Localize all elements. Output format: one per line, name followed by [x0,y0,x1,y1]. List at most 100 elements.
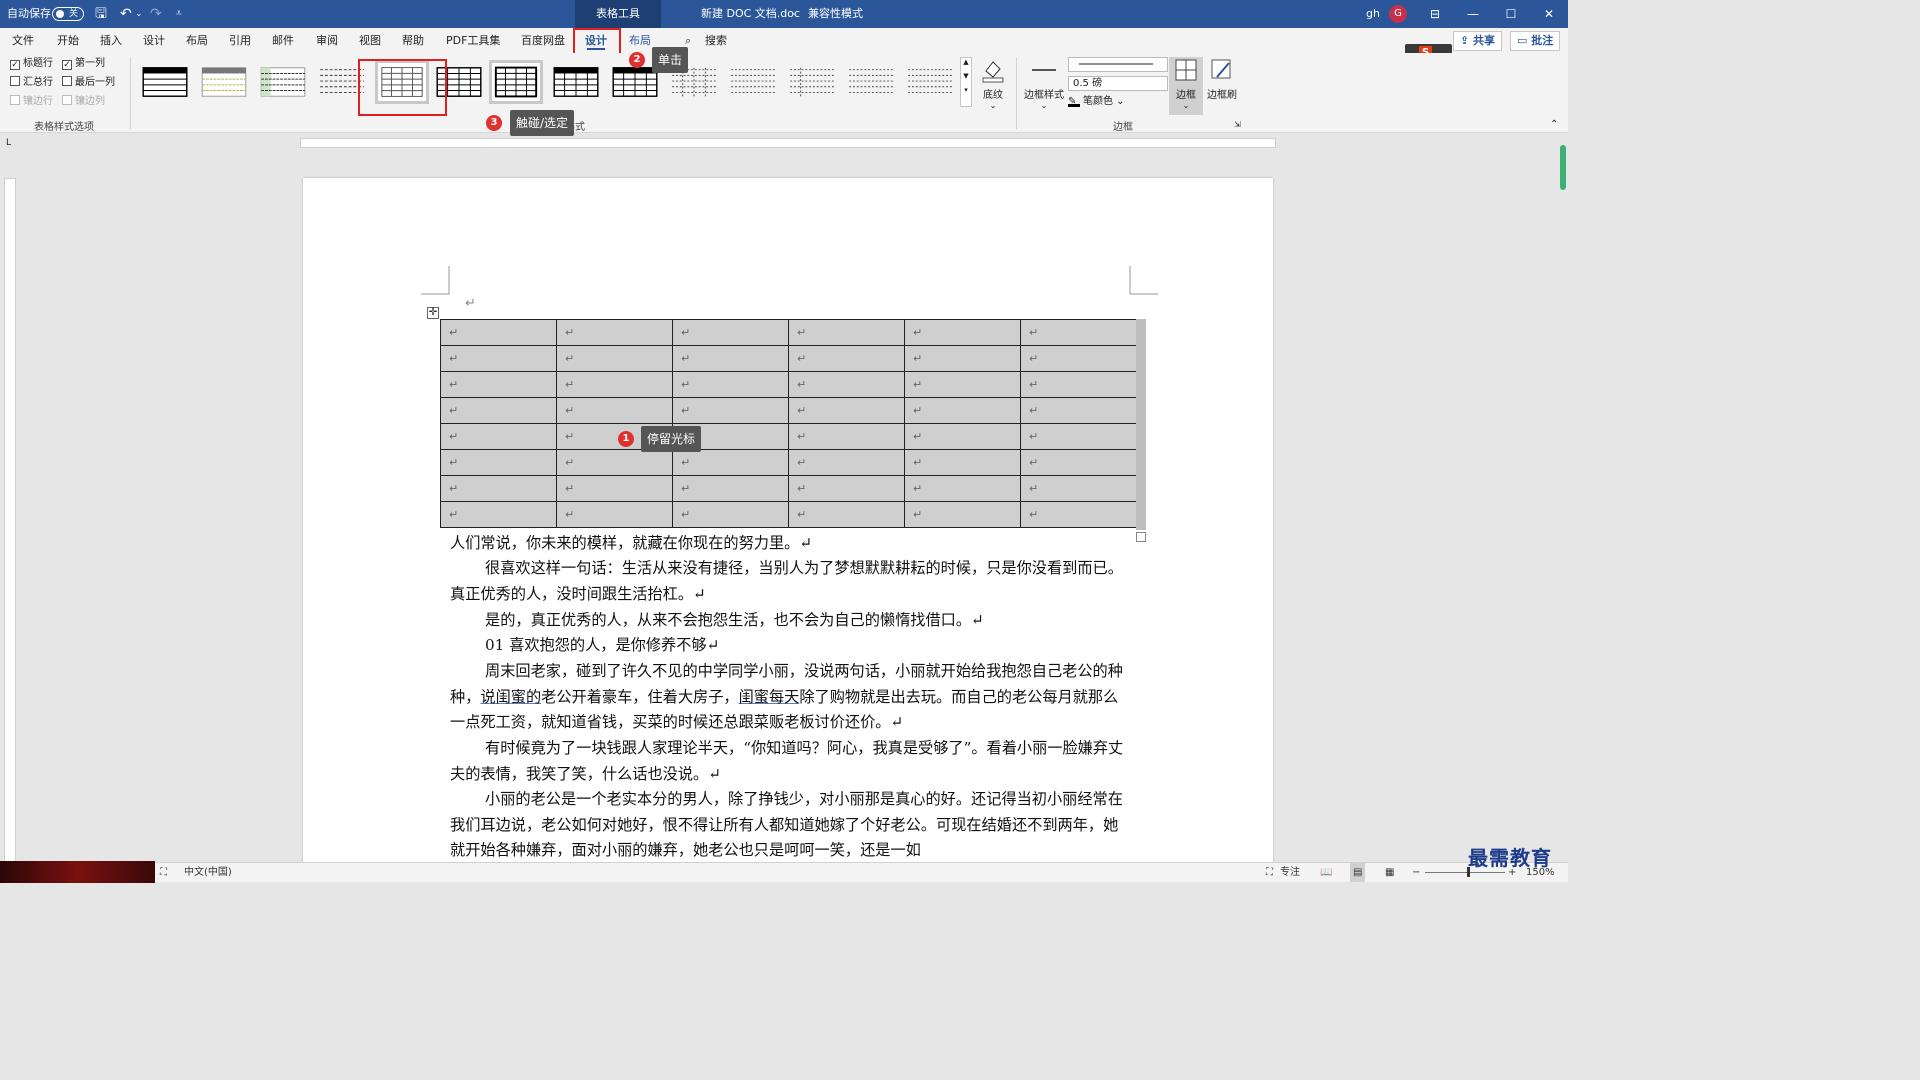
table-cell[interactable]: ↵ [440,423,557,450]
tab-selector-icon[interactable]: L [6,138,11,148]
table-cell[interactable]: ↵ [788,319,905,346]
table-cell[interactable]: ↵ [556,345,673,372]
table-cell[interactable]: ↵ [440,397,557,424]
paragraph-5[interactable]: 周末回老家，碰到了许久不见的中学同学小丽，没说两句话，小丽就开始给我抱怨自己老公… [450,659,1130,736]
tab-table-layout[interactable]: 布局 [627,28,653,53]
table-cell[interactable]: ↵ [556,319,673,346]
tab-review[interactable]: 审阅 [314,28,340,53]
border-painter-button[interactable]: 边框刷 [1206,57,1238,101]
table-cell[interactable]: ↵ [440,319,557,346]
table-style-dotted-2[interactable] [728,63,778,101]
total-row-option[interactable]: 汇总行 [10,76,53,90]
table-cell[interactable]: ↵ [672,345,789,372]
line-style-select[interactable] [1068,57,1168,72]
table-cell[interactable]: ↵ [788,449,905,476]
read-mode-icon[interactable]: 📖 [1320,863,1332,882]
paragraph-7[interactable]: 小丽的老公是一个老实本分的男人，除了挣钱少，对小丽那是真心的好。还记得当初小丽经… [450,787,1130,864]
close-icon[interactable]: ✕ [1530,0,1568,28]
gallery-up-icon[interactable]: ▲ [961,58,971,66]
redo-icon[interactable]: ↷ [150,0,162,28]
gallery-more-icon[interactable]: ▾ [961,86,971,94]
borders-button[interactable]: 边框 ⌄ [1169,57,1203,115]
table-cell[interactable]: ↵ [440,501,557,528]
banded-columns-option[interactable]: 镶边列 [62,95,105,109]
undo-icon[interactable]: ↶ [120,0,132,28]
table-style-olive[interactable] [199,63,249,101]
table-cell[interactable]: ↵ [788,423,905,450]
avatar[interactable]: G [1389,5,1407,23]
table-cell[interactable]: ↵ [1020,423,1137,450]
paragraph-3[interactable]: 是的，真正优秀的人，从来不会抱怨生活，也不会为自己的懒惰找借口。↵ [450,608,1130,634]
gallery-scrollbar[interactable]: ▲ ▼ ▾ [960,57,972,107]
paragraph-2[interactable]: 很喜欢这样一句话：生活从来没有捷径，当别人为了梦想默默耕耘的时候，只是你没看到而… [450,556,1130,607]
table-cell[interactable]: ↵ [904,475,1021,502]
table-cell[interactable]: ↵ [904,501,1021,528]
customize-qat-icon[interactable]: ⩡ [176,0,182,28]
table-cell[interactable]: ↵ [904,423,1021,450]
paragraph-1[interactable]: 人们常说，你未来的模样，就藏在你现在的努力里。↵ [450,531,1130,557]
borders-dialog-launcher-icon[interactable]: ⇲ [1234,120,1241,129]
minimize-icon[interactable]: — [1454,0,1492,28]
table-cell[interactable]: ↵ [1020,345,1137,372]
tab-search[interactable]: 搜索 [703,28,729,53]
tab-insert[interactable]: 插入 [98,28,124,53]
tab-mailings[interactable]: 邮件 [270,28,296,53]
table-cell[interactable]: ↵ [904,397,1021,424]
tab-home[interactable]: 开始 [55,28,81,53]
language-status[interactable]: 中文(中国) [184,863,232,882]
banded-rows-option[interactable]: 镶边行 [10,95,53,109]
table-style-plain[interactable] [140,63,190,101]
table-cell[interactable]: ↵ [788,397,905,424]
table-cell[interactable]: ↵ [788,371,905,398]
table-cell[interactable]: ↵ [556,449,673,476]
table-cell[interactable]: ↵ [904,371,1021,398]
table-cell[interactable]: ↵ [440,371,557,398]
tab-design-doc[interactable]: 设计 [141,28,167,53]
table-cell[interactable]: ↵ [672,501,789,528]
table-cell[interactable]: ↵ [440,345,557,372]
table-cell[interactable]: ↵ [672,449,789,476]
table-cell[interactable]: ↵ [556,397,673,424]
table-style-dotted-5[interactable] [905,63,955,101]
table-cell[interactable]: ↵ [904,449,1021,476]
autosave-toggle[interactable]: 关 [52,7,84,21]
scrollbar-thumb[interactable] [1560,145,1566,190]
first-column-option[interactable]: ✓ 第一列 [62,57,105,71]
share-button[interactable]: ⇪ 共享 [1453,31,1503,51]
table-cell[interactable]: ↵ [1020,397,1137,424]
table-cell[interactable]: ↵ [440,449,557,476]
undo-dropdown-icon[interactable]: ⌄ [135,0,143,28]
print-layout-icon[interactable]: ▤ [1350,863,1366,882]
table-cell[interactable]: ↵ [904,319,1021,346]
horizontal-ruler[interactable] [300,138,1276,148]
table-cell[interactable]: ↵ [556,501,673,528]
line-weight-select[interactable]: 0.5 磅 [1068,76,1168,91]
proofing-icon[interactable]: ⛶ [160,863,167,882]
ribbon-display-icon[interactable]: ⊟ [1416,0,1454,28]
table-style-grid-3[interactable] [489,60,543,104]
table-cell[interactable]: ↵ [1020,371,1137,398]
table-cell[interactable]: ↵ [788,501,905,528]
table-cell[interactable]: ↵ [672,371,789,398]
table-style-dotted-3[interactable] [787,63,837,101]
vertical-scrollbar[interactable] [1558,140,1568,862]
save-icon[interactable]: 🖫 [95,0,107,28]
table-styles-gallery[interactable] [137,56,959,110]
collapse-ribbon-icon[interactable]: ⌃ [1550,119,1558,130]
tab-pdf-tools[interactable]: PDF工具集 [444,28,502,53]
maximize-icon[interactable]: ☐ [1492,0,1530,28]
gallery-down-icon[interactable]: ▼ [961,72,971,80]
table-cell[interactable]: ↵ [1020,319,1137,346]
table-cell[interactable]: ↵ [1020,449,1137,476]
table-cell[interactable]: ↵ [672,397,789,424]
document-table[interactable]: ↵ ↵ ↵ ↵ ↵ ↵ ↵ ↵ ↵ ↵ ↵ ↵ ↵ ↵ ↵ ↵ ↵ ↵ ↵ ↵ ↵ ↵ ↵ ↵ ↵ ↵ ↵ ↵ ↵ ↵ ↵ ↵ ↵ ↵ ↵ ↵ ↵ ↵ ↵ ↵… [440,319,1137,528]
tab-file[interactable]: 文件 [10,28,36,53]
header-row-option[interactable]: ✓ 标题行 [10,57,53,71]
table-style-dotted-4[interactable] [846,63,896,101]
table-cell[interactable]: ↵ [556,371,673,398]
tab-layout-doc[interactable]: 布局 [184,28,210,53]
table-cell[interactable]: ↵ [788,475,905,502]
user-name[interactable]: gh [1366,0,1380,28]
border-styles-button[interactable]: 边框样式 ⌄ [1022,57,1066,110]
tab-references[interactable]: 引用 [227,28,253,53]
